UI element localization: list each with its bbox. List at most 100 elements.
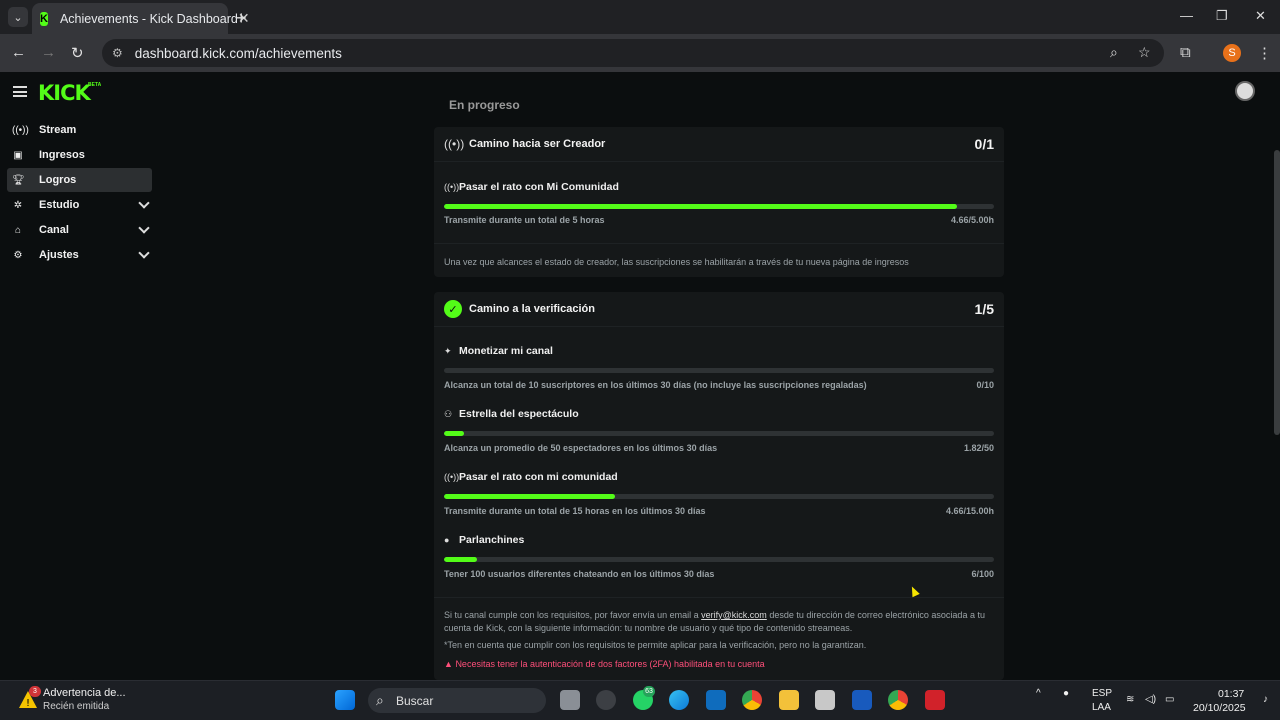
back-icon[interactable]: ← bbox=[11, 44, 26, 61]
browser-menu-icon[interactable]: ⋮ bbox=[1257, 44, 1272, 62]
browser-tab[interactable]: K Achievements - Kick Dashboard ✕ bbox=[32, 3, 250, 34]
forward-icon[interactable]: → bbox=[41, 44, 56, 61]
progress-bar bbox=[444, 204, 994, 209]
battery-icon[interactable]: ▭ bbox=[1165, 694, 1174, 705]
language-bottom[interactable]: LAA bbox=[1092, 702, 1111, 713]
sparkle-icon: ✦ bbox=[444, 346, 452, 356]
kick-logo[interactable]: KICK bbox=[38, 81, 91, 105]
sidebar-item-label: Stream bbox=[39, 124, 77, 136]
verified-badge-icon: ✓ bbox=[444, 300, 462, 318]
notification-title[interactable]: Advertencia de... bbox=[43, 687, 126, 699]
progress-bar bbox=[444, 431, 994, 436]
goal-value: 4.66/5.00h bbox=[950, 215, 994, 225]
user-avatar[interactable] bbox=[1235, 81, 1255, 101]
card-header: ((•)) Camino hacia ser Creador 0/1 bbox=[434, 127, 1004, 162]
goal-value: 0/10 bbox=[976, 380, 994, 390]
notifications-bell-icon[interactable]: ♪ bbox=[1263, 694, 1268, 705]
verification-note: Si tu canal cumple con los requisitos, p… bbox=[444, 609, 994, 635]
hamburger-menu-icon[interactable] bbox=[13, 86, 27, 97]
tab-title: Achievements - Kick Dashboard bbox=[59, 11, 238, 26]
address-bar[interactable]: ⚙ dashboard.kick.com/achievements ⌕ ☆ bbox=[102, 39, 1164, 67]
zoom-icon[interactable]: ⌕ bbox=[1110, 44, 1118, 61]
trophy-icon: 🏆︎ bbox=[12, 174, 25, 186]
minimize-icon[interactable]: — bbox=[1180, 8, 1193, 23]
beta-badge: BETA bbox=[88, 82, 102, 88]
windows-start-icon[interactable] bbox=[335, 690, 355, 710]
app-icon[interactable] bbox=[596, 690, 616, 710]
broadcast-icon: ((•)) bbox=[444, 472, 460, 482]
broadcast-icon: ((•)) bbox=[444, 137, 465, 151]
restore-icon[interactable]: ❐ bbox=[1216, 8, 1228, 24]
goal-title: Monetizar mi canal bbox=[459, 345, 553, 357]
page-scrollbar[interactable] bbox=[1274, 150, 1280, 435]
sidebar-item-canal[interactable]: ⌂ Canal bbox=[7, 218, 152, 242]
progress-bar bbox=[444, 494, 994, 499]
verification-path-card: ✓ Camino a la verificación 1/5 ✦ Monetiz… bbox=[434, 292, 1004, 680]
word-icon[interactable] bbox=[852, 690, 872, 710]
goal-description: Tener 100 usuarios diferentes chateando … bbox=[444, 569, 715, 579]
chat-icon: ● bbox=[444, 535, 450, 545]
chrome-icon[interactable] bbox=[742, 690, 762, 710]
edge-icon[interactable] bbox=[669, 690, 689, 710]
sidebar-item-label: Estudio bbox=[39, 199, 80, 211]
notification-badge: 3 bbox=[29, 686, 41, 697]
bookmark-star-icon[interactable]: ☆ bbox=[1138, 44, 1151, 61]
sidebar-item-label: Logros bbox=[39, 174, 77, 186]
tray-overflow-icon[interactable]: ^ bbox=[1036, 688, 1041, 699]
users-icon: ⚇ bbox=[444, 409, 453, 419]
gear-icon: ⚙ bbox=[13, 249, 23, 261]
extensions-icon[interactable]: ⧉ bbox=[1180, 44, 1191, 61]
microphone-icon[interactable]: ● bbox=[1063, 688, 1069, 699]
sidebar-item-logros[interactable]: 🏆︎ Logros bbox=[7, 168, 152, 192]
card-header: ✓ Camino a la verificación 1/5 bbox=[434, 292, 1004, 327]
clock-date[interactable]: 20/10/2025 bbox=[1193, 702, 1246, 714]
goal-value: 4.66/15.00h bbox=[945, 506, 994, 516]
volume-icon[interactable]: ◁) bbox=[1145, 694, 1156, 705]
progress-fill bbox=[444, 494, 615, 499]
window-close-icon[interactable]: ✕ bbox=[1255, 8, 1266, 24]
sidebar-item-label: Ajustes bbox=[39, 249, 79, 261]
progress-bar bbox=[444, 368, 994, 373]
taskbar-search[interactable]: ⌕ Buscar bbox=[368, 688, 546, 713]
wifi-icon[interactable]: ≋ bbox=[1126, 694, 1134, 705]
verify-email-link[interactable]: verify@kick.com bbox=[701, 610, 767, 620]
sidebar-item-ingresos[interactable]: ▣ Ingresos bbox=[7, 143, 152, 167]
goal-title: Estrella del espectáculo bbox=[459, 408, 579, 420]
card-count: 0/1 bbox=[974, 136, 994, 152]
profile-avatar[interactable]: S bbox=[1223, 44, 1241, 62]
progress-bar bbox=[444, 557, 994, 562]
twofa-warning: ▲ Necesitas tener la autenticación de do… bbox=[444, 659, 765, 669]
sidebar-item-label: Canal bbox=[39, 224, 69, 236]
sidebar-item-ajustes[interactable]: ⚙ Ajustes bbox=[7, 243, 152, 267]
card-title: Camino hacia ser Creador bbox=[469, 138, 606, 150]
goal-description: Alcanza un promedio de 50 espectadores e… bbox=[444, 443, 718, 453]
studio-icon: ✲ bbox=[13, 199, 23, 211]
new-tab-icon[interactable]: + bbox=[236, 8, 247, 29]
kick-favicon-icon: K bbox=[40, 11, 48, 26]
goal-title: Parlanchines bbox=[459, 534, 525, 546]
sidebar-item-estudio[interactable]: ✲ Estudio bbox=[7, 193, 152, 217]
goal-description: Alcanza un total de 10 suscriptores en l… bbox=[444, 380, 867, 390]
clock-time[interactable]: 01:37 bbox=[1218, 688, 1244, 700]
app-icon[interactable] bbox=[815, 690, 835, 710]
svg-text:!: ! bbox=[26, 698, 30, 709]
whatsapp-badge: 63 bbox=[643, 686, 655, 697]
tab-search-button[interactable]: ⌄ bbox=[8, 7, 28, 27]
channel-icon: ⌂ bbox=[14, 224, 22, 236]
language-top[interactable]: ESP bbox=[1092, 688, 1112, 699]
reload-icon[interactable]: ↻ bbox=[71, 44, 84, 62]
file-explorer-icon[interactable] bbox=[779, 690, 799, 710]
goal-value: 1.82/50 bbox=[963, 443, 994, 453]
chrome-profile-icon[interactable] bbox=[888, 690, 908, 710]
site-info-icon[interactable]: ⚙ bbox=[112, 46, 123, 60]
section-heading: En progreso bbox=[449, 98, 520, 112]
note-text: Si tu canal cumple con los requisitos, p… bbox=[444, 610, 699, 620]
card-count: 1/5 bbox=[974, 301, 994, 317]
outlook-icon[interactable] bbox=[706, 690, 726, 710]
broadcast-icon: ((•)) bbox=[12, 124, 29, 136]
sidebar-item-stream[interactable]: ((•)) Stream bbox=[7, 118, 152, 142]
wallet-icon: ▣ bbox=[13, 149, 23, 161]
progress-fill bbox=[444, 204, 957, 209]
task-view-icon[interactable] bbox=[560, 690, 580, 710]
app-icon[interactable] bbox=[925, 690, 945, 710]
